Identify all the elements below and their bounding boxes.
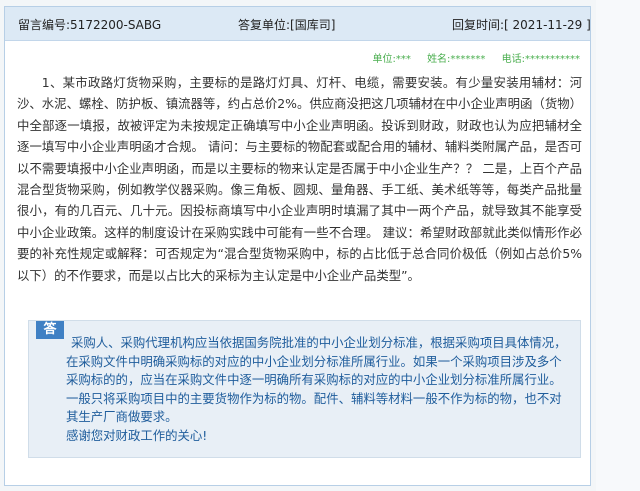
sender-unit: 单位:*** xyxy=(372,54,411,65)
question-text: 1、某市政路灯货物采购，主要标的是路灯灯具、灯杆、电缆，需要安装。有少量安装用辅… xyxy=(17,75,582,283)
sender-phone: 电话:*********** xyxy=(501,54,580,65)
sender-name: 姓名:******* xyxy=(427,54,486,65)
reply-unit: 答复单位:[国库司] xyxy=(238,18,336,32)
message-number: 留言编号:5172200-SABG xyxy=(18,18,162,32)
sender-info: 单位:*** 姓名:******* 电话:*********** xyxy=(360,50,581,65)
reply-time: 回复时间:[ 2021-11-29 ] xyxy=(452,18,591,32)
answer-closing: 感谢您对财政工作的关心! xyxy=(66,427,208,443)
answer-text: 采购人、采购代理机构应当依据国务院批准的中小企业划分标准，根据采购项目具体情况，… xyxy=(66,334,571,445)
page-margin xyxy=(596,0,640,491)
answer-badge: 答 xyxy=(36,321,64,339)
message-panel: 留言编号:5172200-SABG 答复单位:[国库司] 回复时间:[ 2021… xyxy=(4,6,591,486)
answer-body: 采购人、采购代理机构应当依据国务院批准的中小企业划分标准，根据采购项目具体情况，… xyxy=(66,335,567,424)
message-header: 留言编号:5172200-SABG 答复单位:[国库司] 回复时间:[ 2021… xyxy=(5,7,591,41)
